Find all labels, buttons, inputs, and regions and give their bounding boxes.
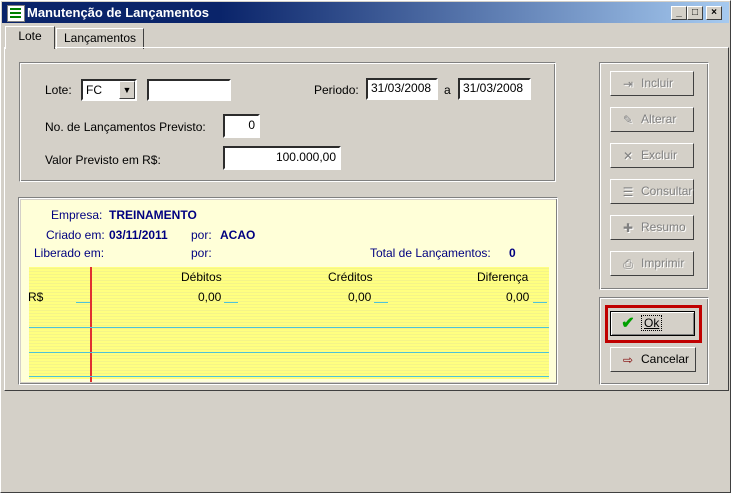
criado-value: 03/11/2011 xyxy=(109,228,168,242)
alterar-label: Alterar xyxy=(641,112,677,126)
edit-record-icon: ✎ xyxy=(622,112,634,127)
valor-previsto-label: Valor Previsto em R$: xyxy=(45,153,161,167)
add-record-icon: ⇥ xyxy=(622,76,634,91)
header-creditos: Créditos xyxy=(328,270,373,284)
cancelar-button[interactable]: ⇨ Cancelar xyxy=(610,347,696,372)
total-lancamentos-value: 0 xyxy=(509,246,516,260)
alterar-button[interactable]: ✎ Alterar xyxy=(610,107,694,132)
totals-grid xyxy=(29,267,549,379)
ok-label: Ok xyxy=(641,315,663,331)
grid-rule xyxy=(29,376,549,377)
summary-icon: ✚ xyxy=(622,220,634,235)
criado-por-value: ACAO xyxy=(220,228,256,242)
resumo-label: Resumo xyxy=(641,220,686,234)
printer-icon: ⎙ xyxy=(623,256,633,271)
liberado-label: Liberado em: xyxy=(34,246,105,260)
checkmark-icon: ✔ xyxy=(621,314,635,332)
exit-door-icon: ⇨ xyxy=(622,352,634,367)
lote-select[interactable]: FC ▼ xyxy=(81,79,137,101)
consultar-label: Consultar xyxy=(641,184,693,198)
periodo-label: Periodo: xyxy=(314,83,359,97)
main-window: Manutenção de Lançamentos _ □ × Lote Lan… xyxy=(0,0,731,493)
consultar-button[interactable]: ☰ Consultar xyxy=(610,179,694,204)
tab-lote-label: Lote xyxy=(18,29,42,43)
grid-rule xyxy=(29,352,549,353)
tab-lancamentos-label: Lançamentos xyxy=(63,31,137,45)
periodo-start-field[interactable]: 31/03/2008 xyxy=(366,78,438,100)
excluir-label: Excluir xyxy=(641,148,678,162)
tab-lote[interactable]: Lote xyxy=(5,26,55,49)
app-icon xyxy=(7,5,25,22)
incluir-label: Incluir xyxy=(641,76,674,90)
criado-label: Criado em: xyxy=(46,228,105,242)
liberado-por-label: por: xyxy=(191,246,212,260)
incluir-button[interactable]: ⇥ Incluir xyxy=(610,71,694,96)
imprimir-button[interactable]: ⎙ Imprimir xyxy=(610,251,694,276)
grid-underline xyxy=(533,302,547,303)
empresa-value: TREINAMENTO xyxy=(109,208,197,222)
title-bar[interactable]: Manutenção de Lançamentos _ □ × xyxy=(2,2,729,23)
ok-button[interactable]: ✔ Ok xyxy=(610,311,695,336)
minimize-icon[interactable]: _ xyxy=(671,6,687,20)
grid-rule xyxy=(29,327,549,328)
empresa-label: Empresa: xyxy=(51,208,103,222)
criado-por-label: por: xyxy=(191,228,212,242)
lote-label: Lote: xyxy=(45,83,72,97)
valor-previsto-field[interactable]: 100.000,00 xyxy=(223,146,341,170)
cancelar-label: Cancelar xyxy=(641,352,690,366)
grid-margin-line xyxy=(90,267,92,382)
lote-select-value: FC xyxy=(86,83,102,97)
grid-underline xyxy=(224,302,238,303)
periodo-end-field[interactable]: 31/03/2008 xyxy=(458,78,531,100)
window-title: Manutenção de Lançamentos xyxy=(27,5,210,20)
maximize-icon[interactable]: □ xyxy=(687,6,703,20)
value-diferenca: 0,00 xyxy=(506,290,530,304)
header-diferenca: Diferença xyxy=(477,270,529,284)
nlancamentos-label: No. de Lançamentos Previsto: xyxy=(45,120,206,134)
query-icon: ☰ xyxy=(622,184,634,199)
close-icon[interactable]: × xyxy=(706,6,722,20)
chevron-down-icon[interactable]: ▼ xyxy=(119,81,135,99)
delete-record-icon: ✕ xyxy=(622,148,634,163)
total-lancamentos-label: Total de Lançamentos: xyxy=(370,246,491,260)
tab-lancamentos[interactable]: Lançamentos xyxy=(56,28,144,49)
grid-underline xyxy=(374,302,388,303)
value-debitos: 0,00 xyxy=(198,290,222,304)
grid-underline xyxy=(76,302,90,303)
lote-description-field[interactable] xyxy=(147,79,231,101)
row-label-rs: R$ xyxy=(28,290,44,304)
nlancamentos-field[interactable]: 0 xyxy=(223,114,260,138)
header-debitos: Débitos xyxy=(181,270,222,284)
resumo-button[interactable]: ✚ Resumo xyxy=(610,215,694,240)
periodo-separator: a xyxy=(444,83,451,97)
value-creditos: 0,00 xyxy=(348,290,372,304)
imprimir-label: Imprimir xyxy=(641,256,685,270)
excluir-button[interactable]: ✕ Excluir xyxy=(610,143,694,168)
